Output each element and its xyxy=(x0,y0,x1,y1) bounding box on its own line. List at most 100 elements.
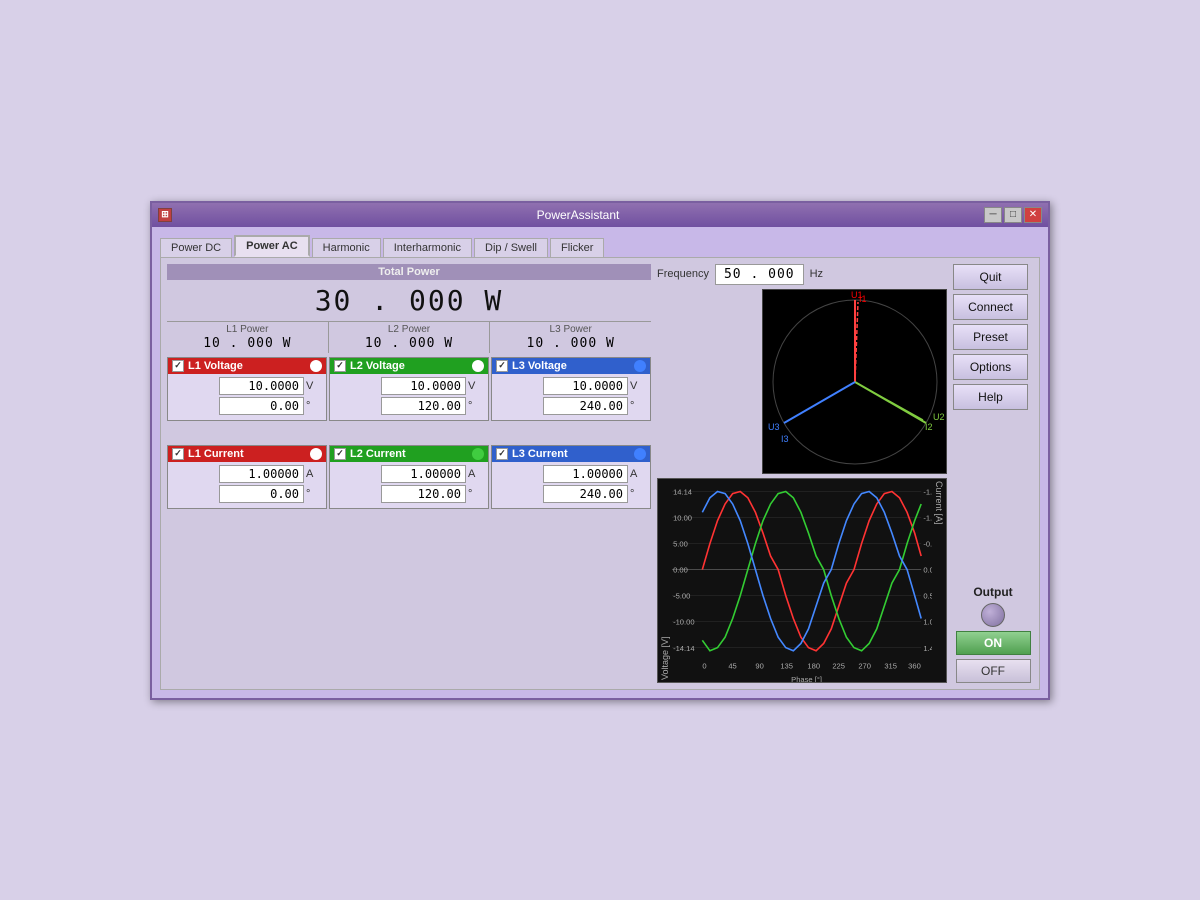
minimize-button[interactable]: ─ xyxy=(984,207,1002,223)
l1-current-header: ✓ L1 Current xyxy=(168,446,326,462)
maximize-button[interactable]: □ xyxy=(1004,207,1022,223)
l3-current-phase[interactable] xyxy=(543,485,628,503)
on-button[interactable]: ON xyxy=(956,631,1031,655)
l3-voltage-indicator xyxy=(634,360,646,372)
help-button[interactable]: Help xyxy=(953,384,1028,410)
l1-power-col: L1 Power 10 . 000 W xyxy=(167,322,329,353)
svg-text:180: 180 xyxy=(807,661,820,670)
options-button[interactable]: Options xyxy=(953,354,1028,380)
l1-voltage-label: L1 Voltage xyxy=(188,360,243,372)
l3-voltage-checkbox[interactable]: ✓ xyxy=(496,360,508,372)
l1-voltage-header: ✓ L1 Voltage xyxy=(168,358,326,374)
center-section: Frequency 50 . 000 Hz xyxy=(657,264,947,683)
l3-current-mag-unit: A xyxy=(630,468,646,480)
l2-voltage-mag-row: V xyxy=(334,377,484,395)
l1-current-magnitude[interactable] xyxy=(219,465,304,483)
output-section: Output ON OFF xyxy=(953,585,1033,683)
frequency-value: 50 . 000 xyxy=(715,264,804,285)
svg-text:5.00: 5.00 xyxy=(673,539,688,548)
svg-text:360: 360 xyxy=(908,661,921,670)
l2-current-label: L2 Current xyxy=(350,448,406,460)
svg-text:-1.4: -1.4 xyxy=(923,487,932,496)
phasor-diagram: U1 I1 I2 U2 U3 I3 xyxy=(762,289,947,474)
l2-voltage-checkbox[interactable]: ✓ xyxy=(334,360,346,372)
l1-voltage-indicator xyxy=(310,360,322,372)
tab-harmonic[interactable]: Harmonic xyxy=(312,238,381,257)
svg-text:-14.14: -14.14 xyxy=(673,643,694,652)
buttons-panel: Quit Connect Preset Options Help Output … xyxy=(953,264,1033,683)
l1-current-mag-row: A xyxy=(172,465,322,483)
svg-text:0.0: 0.0 xyxy=(923,565,932,574)
l3-current-phase-unit: ° xyxy=(630,488,646,500)
svg-text:Phase [°]: Phase [°] xyxy=(791,675,822,682)
l1-current-phase-unit: ° xyxy=(306,488,322,500)
frequency-label: Frequency xyxy=(657,268,709,280)
l1-power-header: L1 Power xyxy=(169,324,326,336)
l1-voltage-mag-row: V xyxy=(172,377,322,395)
total-power-header: Total Power xyxy=(167,264,651,280)
l2-current-checkbox[interactable]: ✓ xyxy=(334,448,346,460)
l3-voltage-phase[interactable] xyxy=(543,397,628,415)
frequency-unit: Hz xyxy=(810,268,823,280)
frequency-row: Frequency 50 . 000 Hz xyxy=(657,264,947,285)
total-power-section: Total Power 30 . 000 W L1 Power 10 . 000… xyxy=(167,264,651,353)
l3-current-mag-row: A xyxy=(496,465,646,483)
l2-current-mag-unit: A xyxy=(468,468,484,480)
tab-flicker[interactable]: Flicker xyxy=(550,238,604,257)
l1-voltage-magnitude[interactable] xyxy=(219,377,304,395)
tab-interharmonic[interactable]: Interharmonic xyxy=(383,238,472,257)
title-bar-controls: ─ □ ✕ xyxy=(984,207,1042,223)
l2-current-indicator xyxy=(472,448,484,460)
svg-text:U2: U2 xyxy=(933,412,945,422)
svg-text:1.0: 1.0 xyxy=(923,617,932,626)
l2-voltage-values: V ° xyxy=(330,374,488,420)
l2-current-header: ✓ L2 Current xyxy=(330,446,488,462)
quit-button[interactable]: Quit xyxy=(953,264,1028,290)
tab-dip-swell[interactable]: Dip / Swell xyxy=(474,238,548,257)
l3-voltage-mag-unit: V xyxy=(630,380,646,392)
left-section: Total Power 30 . 000 W L1 Power 10 . 000… xyxy=(167,264,651,683)
svg-text:-5.00: -5.00 xyxy=(673,591,690,600)
window-title: PowerAssistant xyxy=(172,208,984,222)
l1-voltage-phase-unit: ° xyxy=(306,400,322,412)
svg-text:10.00: 10.00 xyxy=(673,513,692,522)
l3-current-checkbox[interactable]: ✓ xyxy=(496,448,508,460)
l1-power-value: 10 . 000 W xyxy=(169,336,326,351)
l2-voltage-mag-unit: V xyxy=(468,380,484,392)
l2-current-magnitude[interactable] xyxy=(381,465,466,483)
l2-voltage-phase-row: ° xyxy=(334,397,484,415)
y-axis-right-label: Current [A] xyxy=(932,479,946,682)
l1-voltage-checkbox[interactable]: ✓ xyxy=(172,360,184,372)
svg-text:-1.0: -1.0 xyxy=(923,513,932,522)
right-panel: Frequency 50 . 000 Hz xyxy=(657,264,1033,683)
current-section: ✓ L1 Current A ° xyxy=(167,445,651,509)
main-window: ⊞ PowerAssistant ─ □ ✕ Power DC Power AC… xyxy=(150,201,1050,700)
phasor-svg: U1 I1 I2 U2 U3 I3 xyxy=(763,290,948,475)
svg-text:-0.5: -0.5 xyxy=(923,539,932,548)
l2-voltage-phase[interactable] xyxy=(381,397,466,415)
off-button[interactable]: OFF xyxy=(956,659,1031,683)
connect-button[interactable]: Connect xyxy=(953,294,1028,320)
l1-current-checkbox[interactable]: ✓ xyxy=(172,448,184,460)
svg-text:I3: I3 xyxy=(781,434,789,444)
l2-voltage-magnitude[interactable] xyxy=(381,377,466,395)
l3-current-magnitude[interactable] xyxy=(543,465,628,483)
svg-text:U3: U3 xyxy=(768,422,780,432)
close-button[interactable]: ✕ xyxy=(1024,207,1042,223)
content-area: Power DC Power AC Harmonic Interharmonic… xyxy=(152,227,1048,698)
l3-current-header: ✓ L3 Current xyxy=(492,446,650,462)
l2-current-mag-row: A xyxy=(334,465,484,483)
l2-current-phase-unit: ° xyxy=(468,488,484,500)
l3-voltage-magnitude[interactable] xyxy=(543,377,628,395)
app-icon: ⊞ xyxy=(158,208,172,222)
l1-current-phase[interactable] xyxy=(219,485,304,503)
tab-power-ac[interactable]: Power AC xyxy=(234,235,310,257)
l1-voltage-phase[interactable] xyxy=(219,397,304,415)
preset-button[interactable]: Preset xyxy=(953,324,1028,350)
l1-current-mag-unit: A xyxy=(306,468,322,480)
output-indicator xyxy=(981,603,1005,627)
tab-power-dc[interactable]: Power DC xyxy=(160,238,232,257)
l3-voltage-block: ✓ L3 Voltage V ° xyxy=(491,357,651,421)
l2-current-phase[interactable] xyxy=(381,485,466,503)
wave-svg: 14.14 10.00 5.00 0.00 -5.00 -10.00 -14.1… xyxy=(672,479,932,682)
